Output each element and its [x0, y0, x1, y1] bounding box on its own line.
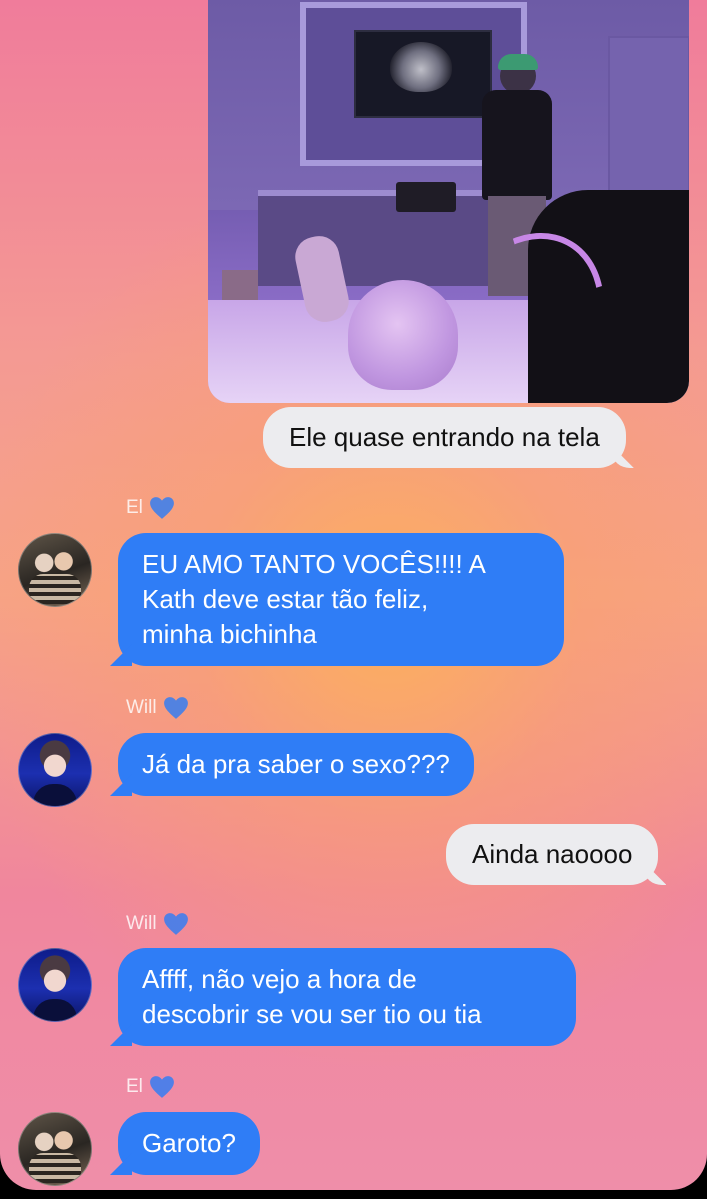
photo-message[interactable]: [208, 0, 689, 403]
sent-message[interactable]: Ainda naoooo: [446, 824, 659, 885]
blue-heart-icon: [149, 1076, 174, 1098]
chat-screen: Ele quase entrando na tela El EU AMO TAN…: [0, 0, 707, 1190]
message-text: Ele quase entrando na tela: [289, 422, 600, 452]
sender-label: Will: [126, 696, 189, 720]
sender-label: El: [126, 496, 175, 520]
sender-name: Will: [126, 697, 157, 718]
received-message[interactable]: Já da pra saber o sexo???: [118, 733, 474, 796]
sender-label: Will: [126, 912, 189, 936]
sender-name: El: [126, 1076, 143, 1097]
message-line: minha bichinha: [142, 619, 317, 649]
avatar-will[interactable]: [18, 948, 92, 1022]
received-message[interactable]: EU AMO TANTO VOCÊS!!!! A Kath deve estar…: [118, 533, 564, 666]
received-message[interactable]: Affff, não vejo a hora de descobrir se v…: [118, 948, 576, 1046]
message-line: Kath deve estar tão feliz,: [142, 584, 429, 614]
message-text: Ainda naoooo: [472, 839, 633, 869]
message-text: Já da pra saber o sexo???: [142, 749, 450, 779]
sender-name: El: [126, 497, 143, 518]
blue-heart-icon: [163, 697, 188, 719]
sender-name: Will: [126, 913, 157, 934]
message-line: Affff, não vejo a hora de: [142, 964, 417, 994]
blue-heart-icon: [149, 497, 174, 519]
received-message[interactable]: Garoto?: [118, 1112, 260, 1175]
blue-heart-icon: [163, 913, 188, 935]
message-line: descobrir se vou ser tio ou tia: [142, 999, 482, 1029]
sender-label: El: [126, 1075, 175, 1099]
sent-message[interactable]: Ele quase entrando na tela: [263, 407, 626, 468]
avatar-el[interactable]: [18, 533, 92, 607]
message-line: EU AMO TANTO VOCÊS!!!! A: [142, 549, 486, 579]
avatar-el[interactable]: [18, 1112, 92, 1186]
message-text: Garoto?: [142, 1128, 236, 1158]
avatar-will[interactable]: [18, 733, 92, 807]
